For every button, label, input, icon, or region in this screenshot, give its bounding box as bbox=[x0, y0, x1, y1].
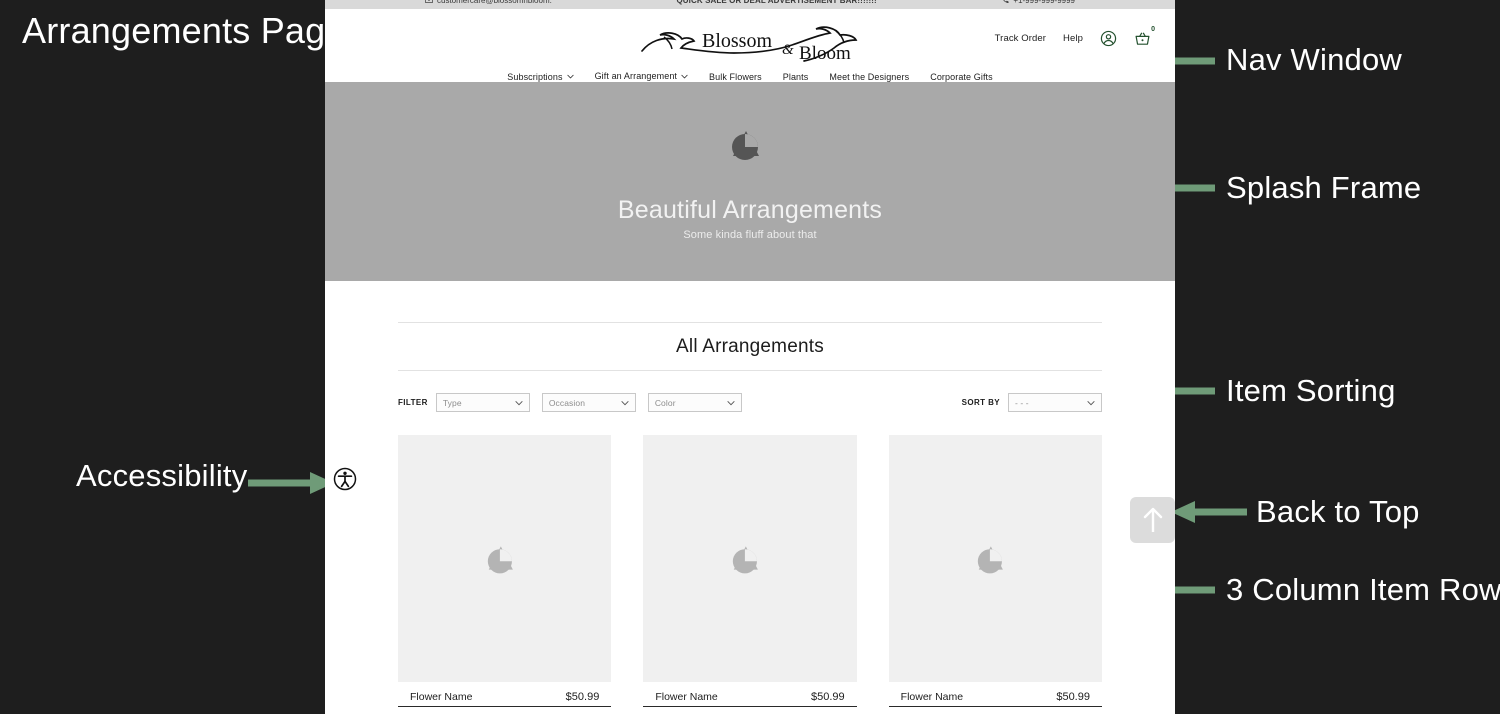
chevron-down-icon bbox=[515, 401, 523, 406]
image-placeholder-icon bbox=[487, 546, 513, 574]
product-price: $50.99 bbox=[1056, 691, 1090, 703]
brand-logo-artwork: Blossom & Bloom bbox=[641, 26, 858, 64]
sort-by-group: SORT BY - - - bbox=[962, 393, 1102, 412]
svg-text:Blossom: Blossom bbox=[702, 30, 772, 52]
product-card[interactable]: Flower Name $50.99 Details bbox=[398, 435, 612, 714]
website-page-frame: customercare@blossomnbloom. QUICK SALE O… bbox=[325, 0, 1175, 714]
sort-by-select[interactable]: - - - bbox=[1008, 393, 1102, 412]
product-image bbox=[888, 435, 1102, 682]
header-actions: Track Order Help 0 bbox=[995, 26, 1155, 47]
track-order-link[interactable]: Track Order bbox=[995, 33, 1046, 44]
product-info-row: Flower Name $50.99 bbox=[398, 682, 612, 707]
section-heading: All Arrangements bbox=[676, 336, 824, 357]
splash-subtitle: Some kinda fluff about that bbox=[683, 228, 817, 241]
promo-bar: customercare@blossomnbloom. QUICK SALE O… bbox=[325, 0, 1175, 9]
product-details-link[interactable]: Details bbox=[643, 707, 856, 714]
promo-email-text: customercare@blossomnbloom. bbox=[437, 0, 552, 5]
svg-text:Bloom: Bloom bbox=[799, 43, 851, 63]
chevron-down-icon bbox=[1087, 401, 1095, 406]
chevron-down-icon bbox=[681, 74, 688, 78]
product-details-link[interactable]: Details bbox=[889, 707, 1102, 714]
back-to-top-button[interactable] bbox=[1130, 497, 1175, 543]
product-card[interactable]: Flower Name $50.99 Details bbox=[643, 435, 857, 714]
filter-color-select[interactable]: Color bbox=[647, 393, 742, 412]
accessibility-person-icon bbox=[333, 467, 357, 491]
filter-label: FILTER bbox=[398, 398, 428, 407]
product-details-link[interactable]: Details bbox=[398, 707, 611, 714]
splash-title: Beautiful Arrangements bbox=[617, 195, 883, 224]
shopping-basket-icon bbox=[1135, 32, 1150, 45]
accessibility-button[interactable] bbox=[333, 467, 357, 491]
nav-label-subscriptions: Subscriptions bbox=[507, 71, 563, 82]
product-name: Flower Name bbox=[655, 691, 718, 703]
brand-logo[interactable]: Blossom & Bloom bbox=[634, 23, 866, 68]
annotation-arrow-left-back-to-top bbox=[1171, 499, 1247, 525]
image-placeholder-icon bbox=[978, 546, 1004, 574]
promo-phone[interactable]: +1-999-999-9999 bbox=[1001, 0, 1075, 5]
filter-type-select[interactable]: Type bbox=[435, 393, 530, 412]
account-circle-icon bbox=[1100, 30, 1117, 47]
annotation-label-back-to-top: Back to Top bbox=[1256, 494, 1420, 529]
product-price: $50.99 bbox=[565, 691, 600, 703]
sort-by-value: - - - bbox=[1015, 397, 1029, 408]
filter-color-value: Color bbox=[654, 397, 676, 408]
section-header: All Arrangements bbox=[398, 322, 1102, 371]
product-info-row: Flower Name $50.99 bbox=[888, 682, 1102, 707]
product-card[interactable]: Flower Name $50.99 Details bbox=[888, 435, 1102, 714]
product-info-row: Flower Name $50.99 bbox=[643, 682, 857, 707]
cart-count-badge: 0 bbox=[1151, 26, 1155, 33]
annotation-label-accessibility: Accessibility bbox=[76, 458, 248, 493]
annotation-label-splash-frame: Splash Frame bbox=[1226, 170, 1422, 205]
phone-icon bbox=[1003, 0, 1009, 3]
nav-label-bulk-flowers: Bulk Flowers bbox=[709, 71, 762, 82]
chevron-down-icon bbox=[727, 401, 735, 406]
promo-message: QUICK SALE OR DEAL ADVERTISEMENT BAR!!!!… bbox=[676, 0, 877, 5]
chevron-down-icon bbox=[621, 401, 629, 406]
arrow-up-icon bbox=[1143, 507, 1162, 532]
nav-label-corporate-gifts: Corporate Gifts bbox=[930, 71, 993, 82]
nav-label-meet-the-designers: Meet the Designers bbox=[829, 71, 910, 82]
sort-by-label: SORT BY bbox=[961, 398, 1000, 407]
account-button[interactable] bbox=[1100, 30, 1117, 47]
mail-icon bbox=[425, 0, 433, 3]
svg-text:&: & bbox=[782, 42, 794, 58]
image-placeholder-icon bbox=[731, 130, 759, 160]
annotation-arrow-right-accessibility bbox=[248, 470, 334, 496]
nav-label-gift-an-arrangement: Gift an Arrangement bbox=[594, 71, 678, 81]
product-price: $50.99 bbox=[811, 691, 845, 703]
product-image bbox=[398, 435, 612, 682]
promo-phone-text: +1-999-999-9999 bbox=[1013, 0, 1075, 5]
help-link[interactable]: Help bbox=[1063, 33, 1083, 44]
splash-image-placeholder bbox=[728, 123, 773, 170]
splash-frame: Beautiful Arrangements Some kinda fluff … bbox=[325, 82, 1175, 281]
promo-email[interactable]: customercare@blossomnbloom. bbox=[425, 0, 552, 5]
page-title: Arrangements Page bbox=[22, 10, 346, 51]
nav-label-plants: Plants bbox=[782, 71, 809, 82]
chevron-down-icon bbox=[566, 74, 574, 79]
product-name: Flower Name bbox=[900, 691, 964, 703]
filter-occasion-value: Occasion bbox=[548, 397, 586, 408]
site-header: Blossom & Bloom Track Order Help 0 Subsc… bbox=[325, 9, 1175, 86]
product-image bbox=[643, 435, 857, 682]
product-grid: Flower Name $50.99 Details Flowe bbox=[398, 435, 1102, 714]
annotation-label-nav-window: Nav Window bbox=[1226, 42, 1402, 77]
image-placeholder-icon bbox=[732, 546, 758, 574]
main-content: All Arrangements FILTER Type Occasion Co… bbox=[325, 281, 1175, 714]
cart-button[interactable]: 0 bbox=[1134, 26, 1155, 47]
filter-type-value: Type bbox=[442, 397, 462, 408]
annotated-mockup-canvas: Arrangements Page Accessibility Nav Wind… bbox=[0, 0, 1500, 714]
annotation-label-three-column-rows: 3 Column Item Rows bbox=[1226, 572, 1500, 607]
product-name: Flower Name bbox=[410, 691, 473, 703]
filter-occasion-select[interactable]: Occasion bbox=[541, 393, 636, 412]
annotation-label-item-sorting: Item Sorting bbox=[1226, 373, 1396, 408]
filter-and-sort-bar: FILTER Type Occasion Color SORT BY - - - bbox=[398, 393, 1102, 412]
